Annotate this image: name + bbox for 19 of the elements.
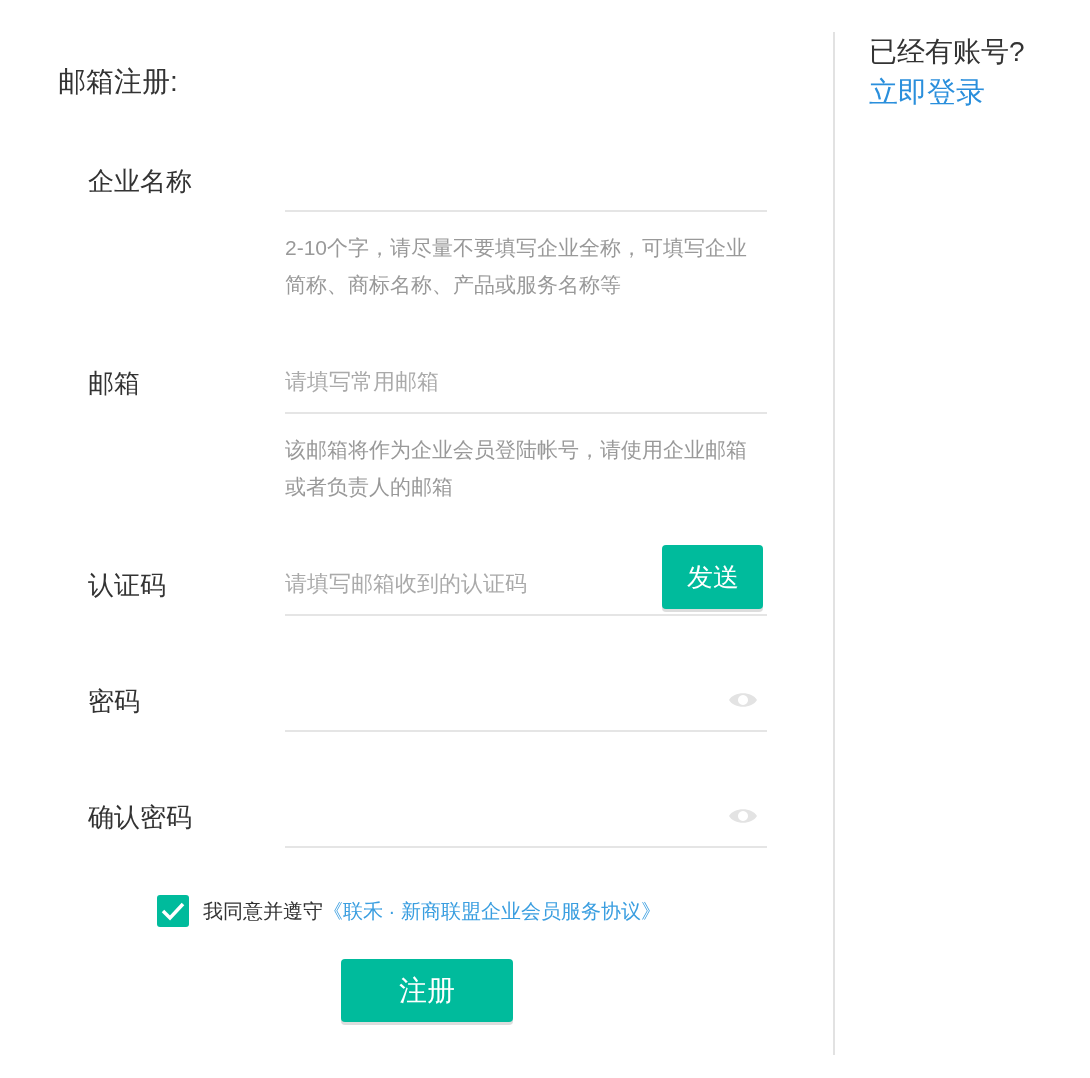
agree-checkbox[interactable] [157, 895, 189, 927]
agreement-text: 我同意并遵守《联禾 · 新商联盟企业会员服务协议》 [203, 899, 661, 924]
field-hint: 该邮箱将作为企业会员登陆帐号，请使用企业邮箱或者负责人的邮箱 [285, 437, 748, 500]
field-label: 邮箱 [88, 366, 141, 400]
agreement-link[interactable]: 《联禾 · 新商联盟企业会员服务协议》 [323, 900, 661, 922]
field-label: 确认密码 [88, 800, 193, 834]
form-title: 邮箱注册: [58, 65, 179, 99]
eye-icon[interactable] [728, 690, 758, 710]
field-hint: 2-10个字，请尽量不要填写企业全称，可填写企业简称、商标名称、产品或服务名称等 [285, 235, 749, 298]
field-label: 认证码 [88, 568, 167, 602]
eye-icon[interactable] [728, 806, 758, 826]
field-label: 密码 [88, 684, 141, 718]
register-button[interactable]: 注册 [341, 959, 513, 1022]
account-prompt: 已经有账号? [869, 35, 1025, 69]
field-label: 企业名称 [88, 164, 193, 198]
check-icon [161, 901, 185, 921]
login-link[interactable]: 立即登录 [869, 72, 1025, 112]
send-button[interactable]: 发送 [662, 545, 763, 609]
input-field[interactable]: 请填写常用邮箱 [285, 352, 767, 414]
